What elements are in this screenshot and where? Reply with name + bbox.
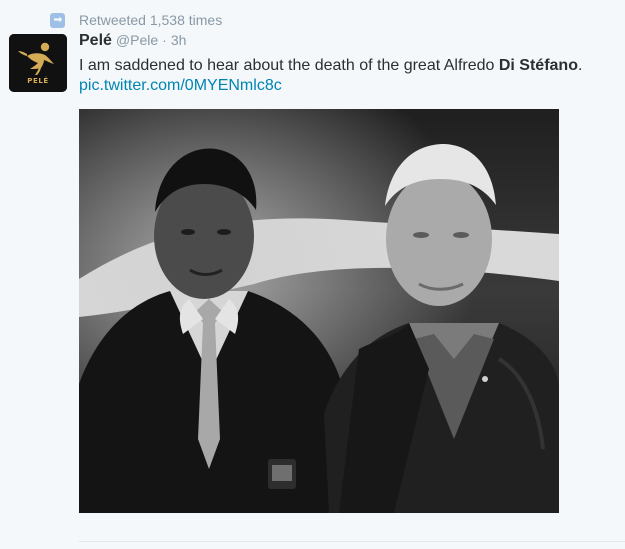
tweet-photo[interactable] (79, 109, 559, 513)
tweet-card[interactable]: Retweeted 1,538 times PELÉ Pelé @Pele · … (0, 0, 625, 549)
tweet-text-main: I am saddened to hear about the death of… (79, 57, 499, 74)
tweet-header: Pelé @Pele · 3h (79, 32, 186, 52)
tweet-timestamp[interactable]: 3h (171, 32, 187, 48)
avatar[interactable]: PELÉ (9, 34, 67, 92)
retweet-indicator: Retweeted 1,538 times (50, 10, 222, 30)
tweet-text-bold: Di Stéfano (498, 57, 578, 74)
retweet-count-text: Retweeted 1,538 times (79, 12, 223, 28)
author-name[interactable]: Pelé (79, 32, 112, 50)
avatar-brand-label: PELÉ (27, 77, 49, 85)
time-separator: · (162, 32, 167, 48)
photo-image (79, 109, 559, 513)
media-link[interactable]: pic.twitter.com/0MYENmlc8c (79, 76, 282, 96)
tweet-text-end: . (577, 57, 583, 74)
tweet-separator (79, 541, 625, 542)
author-handle[interactable]: @Pele (116, 32, 158, 48)
tweet-text: I am saddened to hear about the death of… (79, 56, 624, 76)
retweet-icon (50, 12, 65, 28)
